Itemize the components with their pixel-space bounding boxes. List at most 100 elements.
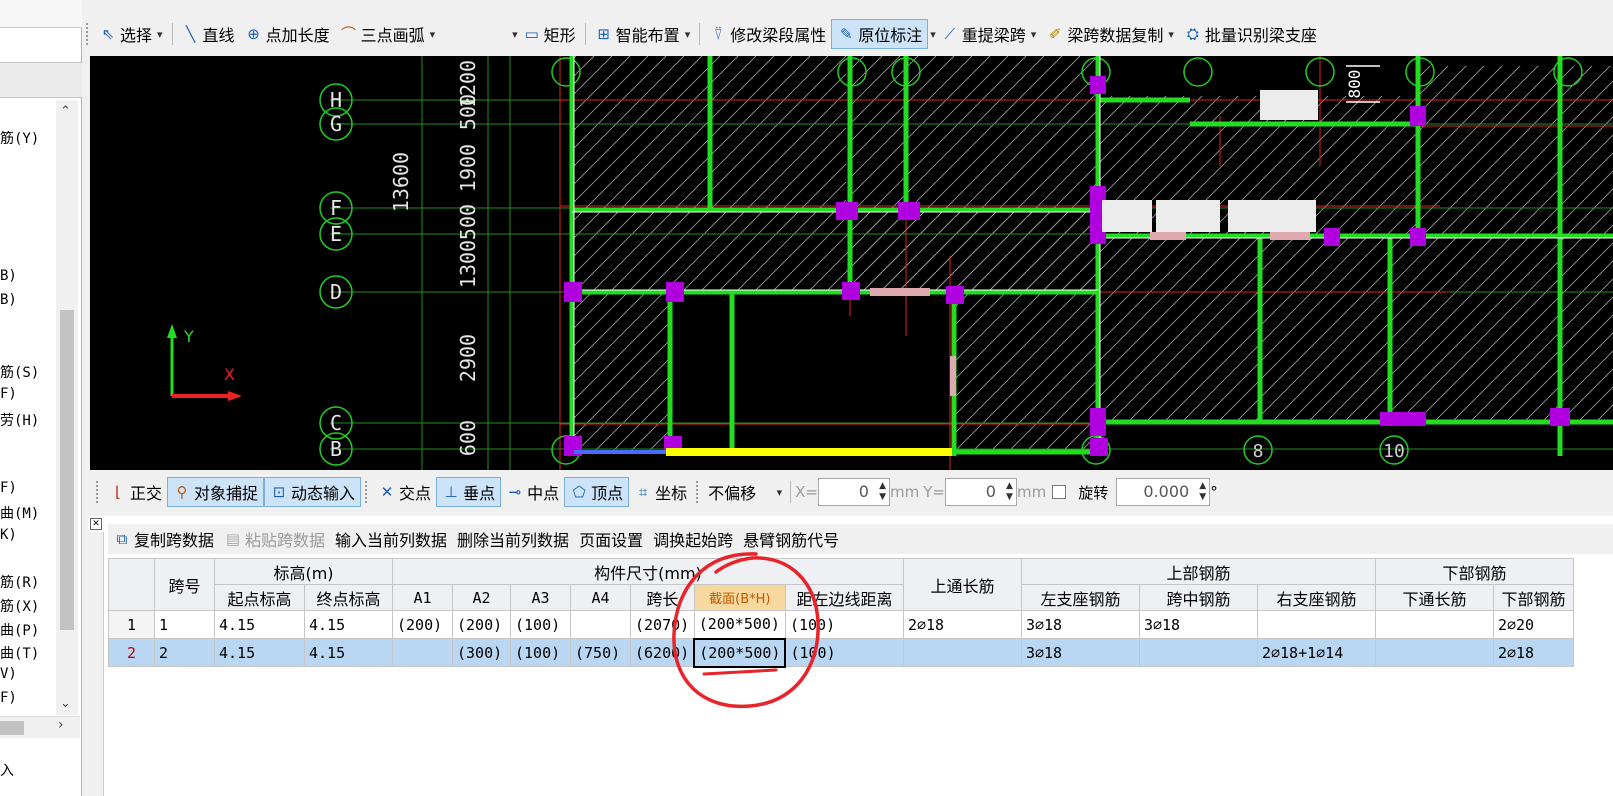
cell-bottom-through[interactable] <box>1374 638 1494 667</box>
batch-identify-button[interactable]: ⛭ 批量识别梁支座 <box>1179 19 1322 49</box>
header-span-len[interactable]: 跨长 <box>630 584 695 611</box>
cell-a3[interactable]: (100) <box>510 610 571 639</box>
x-input[interactable]: 0 ▲ ▼ <box>817 478 890 506</box>
cell-dist-left[interactable]: (100) <box>784 610 904 639</box>
header-elevation[interactable]: 标高(m) <box>214 558 393 585</box>
header-dist-left[interactable]: 距左边线距离 <box>784 584 904 611</box>
header-member-size[interactable]: 构件尺寸(mm) <box>392 558 904 585</box>
tree-item[interactable]: 筋(S) <box>0 362 39 382</box>
header-a3[interactable]: A3 <box>510 584 571 611</box>
origin-mark-button[interactable]: ✎ 原位标注 <box>831 19 929 49</box>
scroll-right-icon[interactable]: › <box>58 717 64 733</box>
cell-a4[interactable]: (750) <box>570 638 631 667</box>
cell-a4[interactable] <box>570 610 631 639</box>
tree-item[interactable]: 劳(H) <box>0 410 39 430</box>
rect-button[interactable]: ▭ 矩形 <box>518 19 581 49</box>
cell-a2[interactable]: (300) <box>452 638 511 667</box>
object-snap-button[interactable]: ⚲ 对象捕捉 <box>167 477 265 507</box>
cell-bottom[interactable]: 2⌀18 <box>1492 638 1574 667</box>
scroll-thumb[interactable] <box>0 721 24 735</box>
table-row[interactable]: 2 2 4.15 4.15 (300) (100) (750) (6200) (… <box>108 637 1574 668</box>
header-mid-span[interactable]: 跨中钢筋 <box>1138 584 1258 611</box>
relift-span-button[interactable]: ⟋ 重提梁跨 ▾ <box>936 19 1042 49</box>
cell-section-active[interactable]: (200*500) <box>693 637 787 668</box>
tree-horizontal-scrollbar[interactable]: › <box>0 716 80 738</box>
cell-dist-left[interactable]: (100) <box>784 638 904 667</box>
chevron-down-icon[interactable]: ▾ <box>685 28 691 41</box>
tree-item[interactable]: 入 <box>0 760 14 780</box>
tree-item[interactable]: 筋(Y) <box>0 128 39 148</box>
row-number[interactable]: 2 <box>108 638 155 667</box>
input-column-button[interactable]: 输入当前列数据 <box>330 524 452 554</box>
header-left-support[interactable]: 左支座钢筋 <box>1020 584 1140 611</box>
tree-item[interactable]: 曲(P) <box>0 620 39 640</box>
header-a4[interactable]: A4 <box>570 584 631 611</box>
header-section[interactable]: 截面(B*H) <box>693 584 786 611</box>
intersection-snap-button[interactable]: ✕ 交点 <box>373 477 436 507</box>
spinner-icon[interactable]: ▲ ▼ <box>1006 481 1013 503</box>
cell-end-elev[interactable]: 4.15 <box>304 638 393 667</box>
copy-span-data-button[interactable]: ✐ 梁跨数据复制 ▾ <box>1041 19 1179 49</box>
swap-start-span-button[interactable]: 调换起始跨 <box>648 524 738 554</box>
cell-top-through[interactable]: 2⌀18 <box>902 610 1022 639</box>
row-number[interactable]: 1 <box>108 610 155 639</box>
tree-item[interactable]: F) <box>0 690 17 706</box>
header-bottom-partial[interactable]: 下部钢筋 <box>1492 584 1574 611</box>
cell-end-elev[interactable]: 4.15 <box>304 610 393 639</box>
three-point-arc-button[interactable]: ⌒ 三点画弧 ▾ <box>335 19 441 49</box>
tree-item[interactable]: F) <box>0 386 17 402</box>
offset-select[interactable]: 不偏移 ▾ <box>704 478 786 506</box>
midpoint-snap-button[interactable]: ⊸ 中点 <box>501 477 564 507</box>
coord-snap-button[interactable]: ⌗ 坐标 <box>629 477 692 507</box>
toolbar-grip[interactable] <box>365 481 369 503</box>
header-top-through[interactable]: 上通长筋 <box>902 558 1022 611</box>
scroll-down-icon[interactable]: ⌄ <box>60 696 71 711</box>
cell-mid-span[interactable]: 3⌀18 <box>1138 610 1258 639</box>
spinner-icon[interactable]: ▲ ▼ <box>879 481 886 503</box>
chevron-down-icon[interactable]: ▾ <box>157 28 163 41</box>
header-top-rebar[interactable]: 上部钢筋 <box>1020 558 1376 585</box>
drawing-canvas[interactable]: H G F E D C B 8 10 1200 500 1900 500 130… <box>90 56 1613 470</box>
cell-a1[interactable]: (200) <box>392 610 453 639</box>
tree-item[interactable]: 曲(T) <box>0 643 39 663</box>
scroll-thumb[interactable] <box>60 310 74 630</box>
cell-start-elev[interactable]: 4.15 <box>214 638 305 667</box>
header-bottom-through[interactable]: 下通长筋 <box>1374 584 1494 611</box>
vertex-snap-button[interactable]: ⬠ 顶点 <box>564 477 630 507</box>
cell-a1[interactable] <box>392 638 453 667</box>
cell-start-elev[interactable]: 4.15 <box>214 610 305 639</box>
scroll-up-icon[interactable]: ⌃ <box>60 104 71 119</box>
page-setup-button[interactable]: 页面设置 <box>574 524 648 554</box>
dynamic-input-button[interactable]: ⊡ 动态输入 <box>264 477 362 507</box>
cell-bottom[interactable]: 2⌀20 <box>1492 610 1574 639</box>
cell-left-support[interactable]: 3⌀18 <box>1020 638 1140 667</box>
header-end-elev[interactable]: 终点标高 <box>304 584 393 611</box>
smart-layout-button[interactable]: ⊞ 智能布置 ▾ <box>590 19 696 49</box>
tree-item[interactable]: K) <box>0 527 17 543</box>
table-row[interactable]: 1 1 4.15 4.15 (200) (200) (100) (2070) (… <box>108 610 1574 639</box>
header-span-no[interactable]: 跨号 <box>154 558 215 611</box>
header-start-elev[interactable]: 起点标高 <box>214 584 305 611</box>
cell-section[interactable]: (200*500) <box>693 610 786 639</box>
rotate-input[interactable]: 0.000 ▲ ▼ <box>1116 478 1211 506</box>
ortho-button[interactable]: ⌊ 正交 <box>104 477 167 507</box>
tree-item[interactable]: F) <box>0 480 17 496</box>
paste-span-button[interactable]: ▤ 粘贴跨数据 <box>219 524 330 554</box>
header-a1[interactable]: A1 <box>392 584 453 611</box>
chevron-down-icon[interactable]: ▾ <box>1031 28 1037 41</box>
toolbar-grip[interactable] <box>96 481 100 503</box>
select-button[interactable]: ⇖ 选择 ▾ <box>94 19 168 49</box>
cell-left-support[interactable]: 3⌀18 <box>1020 610 1140 639</box>
tree-item[interactable]: 筋(X) <box>0 596 39 616</box>
cell-span-len[interactable]: (2070) <box>630 610 695 639</box>
cell-bottom-through[interactable] <box>1374 610 1494 639</box>
delete-column-button[interactable]: 删除当前列数据 <box>452 524 574 554</box>
tree-item[interactable]: B) <box>0 292 17 308</box>
chevron-down-icon[interactable]: ▾ <box>1168 28 1174 41</box>
cell-span-len[interactable]: (6200) <box>630 638 695 667</box>
tree-item[interactable]: 曲(M) <box>0 503 39 523</box>
cell-span[interactable]: 1 <box>154 610 215 639</box>
toolbar-grip[interactable] <box>696 481 700 503</box>
cell-span[interactable]: 2 <box>154 638 215 667</box>
modify-beam-props-button[interactable]: ⍢ 修改梁段属性 <box>704 19 831 49</box>
